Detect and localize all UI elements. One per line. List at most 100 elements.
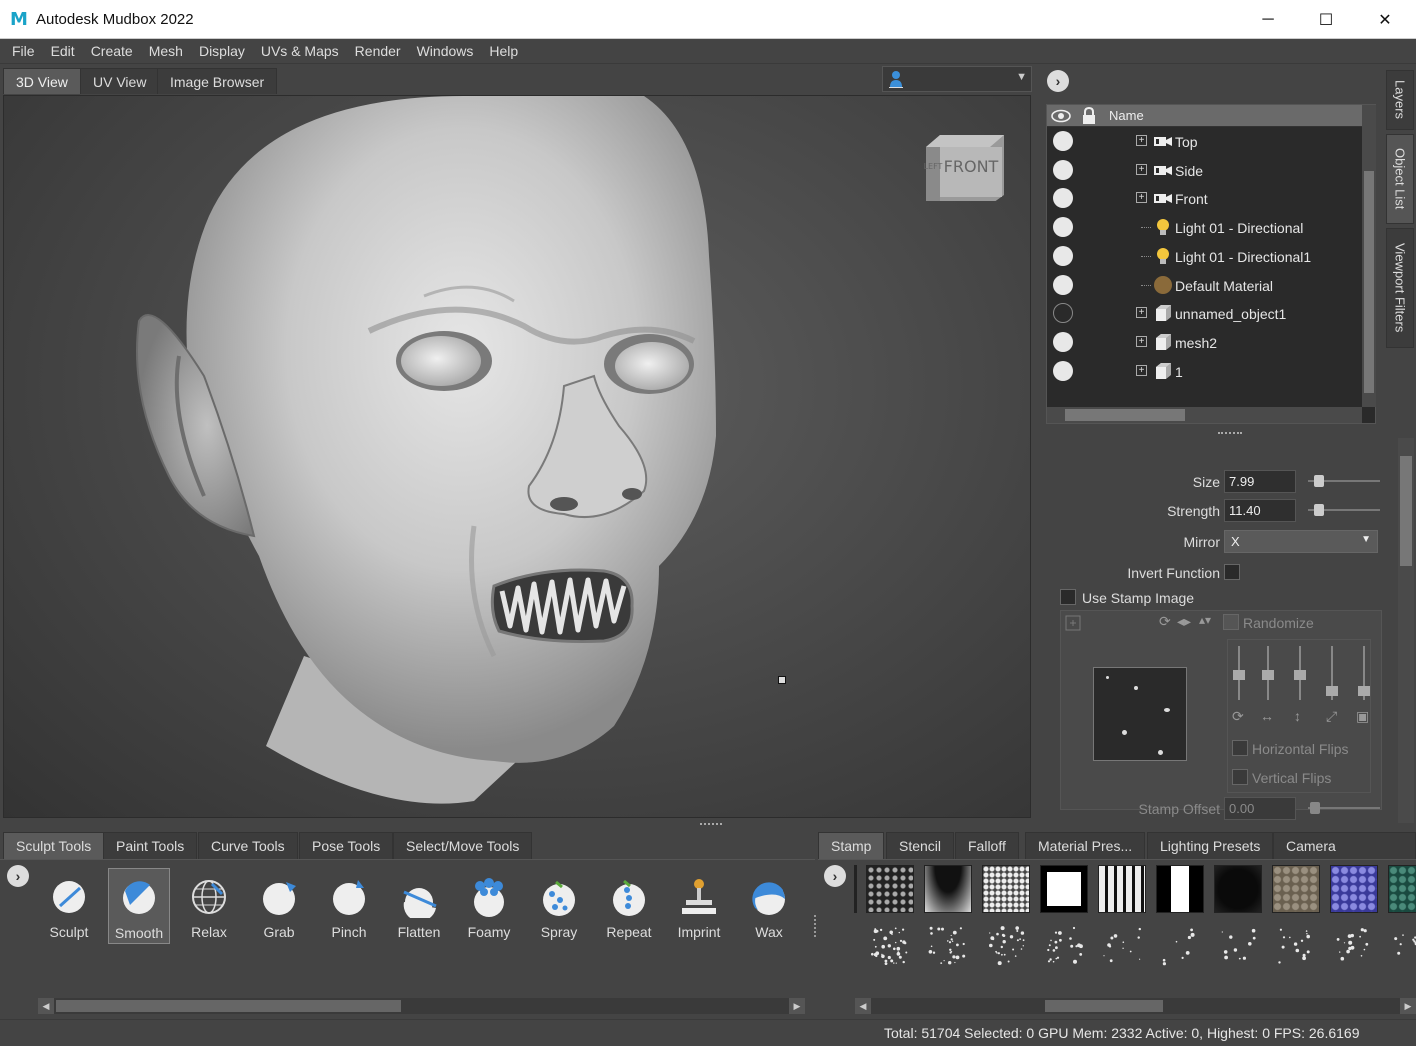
tool-foamy[interactable]: Foamy [458, 868, 520, 944]
brush-stamp-thumbnail[interactable] [1156, 922, 1204, 970]
strength-field[interactable]: 11.40 [1224, 499, 1296, 522]
random-slider-1[interactable] [1233, 670, 1245, 680]
tab-viewport-filters[interactable]: Viewport Filters [1386, 228, 1414, 348]
tab-stencil[interactable]: Stencil [886, 832, 955, 859]
expand-icon[interactable]: + [1136, 364, 1147, 376]
size-slider[interactable] [1308, 475, 1380, 487]
stamp-thumbnail[interactable] [1098, 865, 1146, 913]
object-list-row[interactable]: + Top [1047, 127, 1362, 155]
tool-tray-scrollbar[interactable]: ◀ ▶ [38, 998, 805, 1014]
stamp-thumbnail[interactable] [1156, 865, 1204, 913]
tool-repeat[interactable]: Repeat [598, 868, 660, 944]
tool-relax[interactable]: Relax [178, 868, 240, 944]
brush-stamp-thumbnail[interactable] [1040, 922, 1088, 970]
tab-object-list[interactable]: Object List [1386, 134, 1414, 224]
object-list-row[interactable]: + Front [1047, 184, 1362, 212]
menu-file[interactable]: File [4, 43, 43, 59]
random-slider-5[interactable] [1358, 686, 1370, 696]
horizontal-flips-checkbox[interactable] [1232, 740, 1248, 756]
3d-viewport[interactable]: FRONT LEFT [3, 95, 1031, 818]
flip-horizontal-icon[interactable]: ◂▸ [1177, 613, 1191, 630]
tab-curve-tools[interactable]: Curve Tools [198, 832, 298, 859]
stamp-thumbnail[interactable] [866, 865, 914, 913]
menu-display[interactable]: Display [191, 43, 253, 59]
minimize-button[interactable]: ─ [1239, 0, 1297, 39]
visibility-toggle[interactable] [1053, 274, 1073, 295]
brush-stamp-thumbnail[interactable] [1388, 922, 1416, 970]
name-column-header[interactable]: Name [1109, 108, 1144, 123]
object-list-row[interactable]: + Side [1047, 156, 1362, 184]
visibility-toggle[interactable] [1053, 188, 1073, 209]
object-list-row[interactable]: Light 01 - Directional1 [1047, 242, 1362, 270]
tray-splitter[interactable] [700, 823, 722, 826]
expand-icon[interactable]: + [1136, 307, 1147, 319]
object-list-vscroll[interactable] [1362, 105, 1376, 407]
tab-uv-view[interactable]: UV View [80, 68, 160, 94]
tab-material-presets[interactable]: Material Pres... [1025, 832, 1146, 859]
tool-sculpt[interactable]: Sculpt [38, 868, 100, 944]
rotate-icon[interactable]: ⟳ [1159, 613, 1171, 630]
tab-3d-view[interactable]: 3D View [3, 68, 81, 94]
object-list-row[interactable]: + unnamed_object1 [1047, 299, 1362, 327]
tab-paint-tools[interactable]: Paint Tools [103, 832, 198, 859]
stamp-thumbnail[interactable] [982, 865, 1030, 913]
lock-icon[interactable] [1080, 107, 1098, 125]
brush-stamp-thumbnail[interactable] [1330, 922, 1378, 970]
eye-icon[interactable] [1051, 108, 1071, 124]
stamp-tray-scrollbar[interactable]: ◀ ▶ [855, 998, 1416, 1014]
stamp-thumbnail[interactable] [1330, 865, 1378, 913]
tool-imprint[interactable]: Imprint [668, 868, 730, 944]
stamp-offset-field[interactable]: 0.00 [1224, 797, 1296, 820]
stamp-thumbnail[interactable] [1388, 865, 1416, 913]
brush-stamp-thumbnail[interactable] [1098, 922, 1146, 970]
brush-stamp-thumbnail[interactable] [982, 922, 1030, 970]
visibility-toggle[interactable] [1053, 245, 1073, 266]
stamp-thumbnail[interactable] [1214, 865, 1262, 913]
object-list-row[interactable]: +1 [1047, 357, 1362, 385]
stamp-thumbnail[interactable] [924, 865, 972, 913]
properties-scrollbar[interactable] [1398, 438, 1414, 823]
tab-stamp[interactable]: Stamp [818, 832, 885, 859]
visibility-toggle[interactable] [1053, 331, 1073, 352]
visibility-toggle[interactable] [1053, 303, 1073, 324]
maximize-button[interactable]: ☐ [1297, 0, 1355, 39]
chevron-right-icon[interactable]: › [824, 865, 846, 887]
close-button[interactable]: ✕ [1356, 0, 1414, 39]
tab-image-browser[interactable]: Image Browser [157, 68, 278, 94]
stamp-thumbnail[interactable] [1040, 865, 1088, 913]
expand-icon[interactable]: + [1136, 335, 1147, 347]
panel-splitter[interactable] [1218, 432, 1242, 436]
use-stamp-image-checkbox[interactable] [1060, 589, 1076, 605]
expand-icon[interactable]: + [1136, 163, 1147, 175]
brush-stamp-thumbnail[interactable] [924, 922, 972, 970]
tab-sculpt-tools[interactable]: Sculpt Tools [3, 832, 105, 859]
tab-pose-tools[interactable]: Pose Tools [299, 832, 394, 859]
tool-spray[interactable]: Spray [528, 868, 590, 944]
expand-icon[interactable]: + [1136, 192, 1147, 204]
object-list-hscroll[interactable] [1047, 407, 1362, 423]
strength-slider[interactable] [1308, 504, 1380, 516]
random-slider-2[interactable] [1262, 670, 1274, 680]
menu-render[interactable]: Render [347, 43, 409, 59]
object-list-row[interactable]: + mesh2 [1047, 328, 1362, 356]
randomize-checkbox[interactable] [1223, 614, 1239, 630]
tool-flatten[interactable]: Flatten [388, 868, 450, 944]
visibility-toggle[interactable] [1053, 159, 1073, 180]
object-list-row[interactable]: Default Material [1047, 271, 1362, 299]
visibility-toggle[interactable] [1053, 360, 1073, 381]
random-slider-4[interactable] [1326, 686, 1338, 696]
brush-stamp-thumbnail[interactable] [866, 922, 914, 970]
menu-mesh[interactable]: Mesh [141, 43, 191, 59]
expand-icon[interactable]: + [1136, 135, 1147, 146]
menu-help[interactable]: Help [481, 43, 526, 59]
invert-function-checkbox[interactable] [1224, 564, 1240, 580]
flip-vertical-icon[interactable]: ▴▾ [1199, 613, 1211, 627]
size-field[interactable]: 7.99 [1224, 470, 1296, 493]
camera-select-dropdown[interactable]: ▼ [882, 66, 1032, 92]
random-slider-3[interactable] [1294, 670, 1306, 680]
stamp-thumbnail[interactable] [1272, 865, 1320, 913]
stamp-offset-slider[interactable] [1308, 802, 1380, 814]
tab-camera-bookmarks[interactable]: Camera Bookmarks [1273, 832, 1416, 881]
vertical-flips-checkbox[interactable] [1232, 769, 1248, 785]
object-list-row[interactable]: Light 01 - Directional [1047, 213, 1362, 241]
